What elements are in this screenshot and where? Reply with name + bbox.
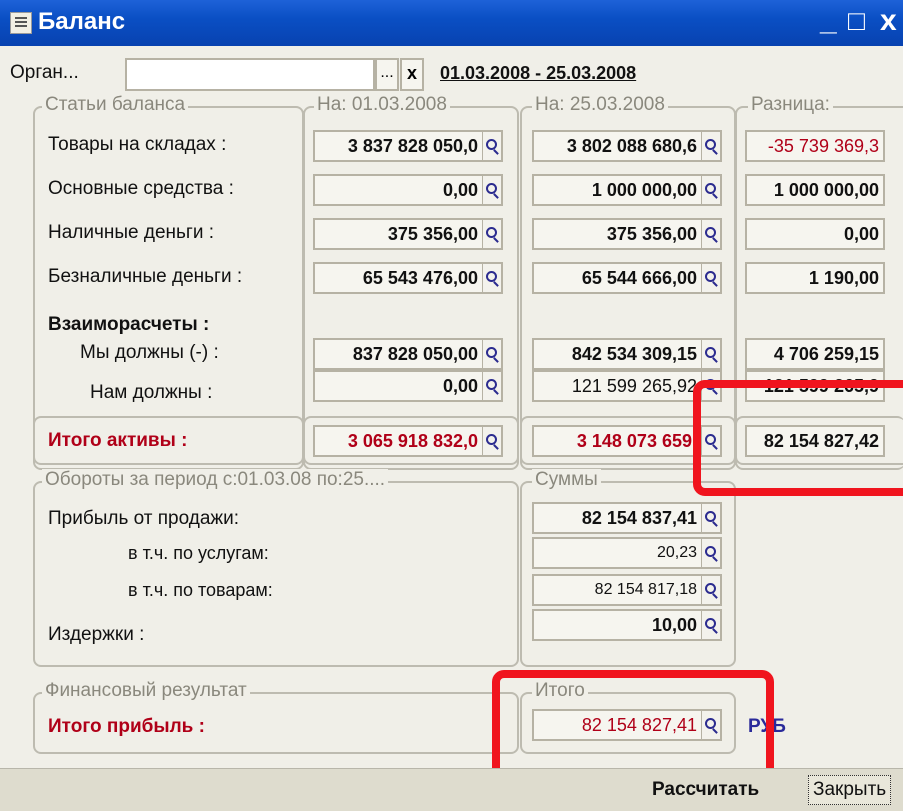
maximize-button[interactable]: □ [848,6,865,36]
highlight-box-assets-diff [693,380,903,496]
period-link[interactable]: 01.03.2008 - 25.03.2008 [440,63,636,84]
field-goods-diff: -35 739 369,3 [745,130,885,162]
assets-total-label: Итого активы : [48,430,188,451]
field-owed-start[interactable]: 0,00 [313,370,503,402]
row-label-owed-to-us: Нам должны : [90,382,213,403]
close-button[interactable]: Закрыть [808,775,892,805]
row-label-goods-sales: в т.ч. по товарам: [128,580,273,600]
magnifier-icon[interactable] [486,379,497,390]
col1-group-label: На: 01.03.2008 [314,94,450,116]
org-input[interactable] [125,58,375,91]
magnifier-icon[interactable] [705,347,716,358]
field-goods-end[interactable]: 3 802 088 680,6 [532,130,722,162]
field-goods-sales[interactable]: 82 154 817,18 [532,574,722,606]
difference-group-label: Разница: [748,94,833,116]
settlements-heading: Взаиморасчеты : [48,314,210,335]
magnifier-icon[interactable] [486,347,497,358]
magnifier-icon[interactable] [486,227,497,238]
magnifier-icon[interactable] [705,183,716,194]
magnifier-icon[interactable] [705,271,716,282]
row-label-noncash: Безналичные деньги : [48,266,243,287]
calculate-button[interactable]: Рассчитать [652,779,759,801]
field-assets-start[interactable]: 3 065 918 832,0 [313,425,503,457]
field-noncash-start[interactable]: 65 543 476,00 [313,262,503,294]
row-label-sales-profit: Прибыль от продажи: [48,508,240,529]
row-label-we-owe: Мы должны (-) : [80,342,219,363]
field-noncash-end[interactable]: 65 544 666,00 [532,262,722,294]
close-window-button[interactable]: x [880,6,897,36]
org-select-button[interactable]: ... [375,58,399,91]
profit-total-label: Итого прибыль : [48,716,205,737]
magnifier-icon[interactable] [705,511,716,522]
window-body: Орган... ... x 01.03.2008 - 25.03.2008 С… [0,46,903,810]
row-label-cash: Наличные деньги : [48,222,215,243]
magnifier-icon[interactable] [486,434,497,445]
field-cash-start[interactable]: 375 356,00 [313,218,503,250]
minimize-button[interactable]: _ [820,6,837,36]
magnifier-icon[interactable] [486,139,497,150]
field-fixed-start[interactable]: 0,00 [313,174,503,206]
col2-group-label: На: 25.03.2008 [532,94,668,116]
row-label-expenses: Издержки : [48,624,145,645]
field-services[interactable]: 20,23 [532,537,722,569]
row-label-goods: Товары на складах : [48,134,227,155]
field-expenses[interactable]: 10,00 [532,609,722,641]
field-we-owe-end[interactable]: 842 534 309,15 [532,338,722,370]
field-sales-profit[interactable]: 82 154 837,41 [532,502,722,534]
org-label: Орган... [10,62,79,83]
field-fixed-end[interactable]: 1 000 000,00 [532,174,722,206]
sums-group-label: Суммы [532,469,601,491]
field-fixed-diff: 1 000 000,00 [745,174,885,206]
title-bar: Баланс _ □ x [0,0,903,46]
window-icon [10,12,32,34]
magnifier-icon[interactable] [486,271,497,282]
field-we-owe-diff: 4 706 259,15 [745,338,885,370]
magnifier-icon[interactable] [705,546,716,557]
org-clear-button[interactable]: x [400,58,424,91]
field-cash-diff: 0,00 [745,218,885,250]
magnifier-icon[interactable] [705,618,716,629]
button-bar: Рассчитать Закрыть [0,768,903,811]
magnifier-icon[interactable] [705,139,716,150]
row-label-fixed-assets: Основные средства : [48,178,234,199]
field-cash-end[interactable]: 375 356,00 [532,218,722,250]
turnover-group-label: Обороты за период с:01.03.08 по:25.... [42,469,389,491]
magnifier-icon[interactable] [705,227,716,238]
field-we-owe-start[interactable]: 837 828 050,00 [313,338,503,370]
financial-result-group-label: Финансовый результат [42,680,250,702]
field-goods-start[interactable]: 3 837 828 050,0 [313,130,503,162]
row-label-services: в т.ч. по услугам: [128,543,269,563]
field-noncash-diff: 1 190,00 [745,262,885,294]
window-title: Баланс [38,8,126,35]
magnifier-icon[interactable] [705,583,716,594]
magnifier-icon[interactable] [486,183,497,194]
balance-items-group-label: Статьи баланса [42,94,189,116]
